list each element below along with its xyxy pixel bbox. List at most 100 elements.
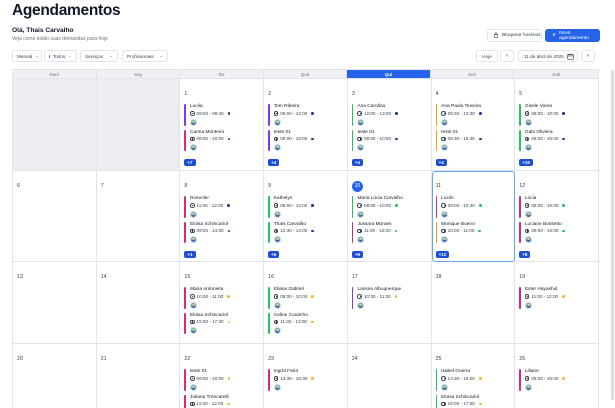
appointment[interactable]: Gisele Vieira 09:00 - 10:00	[519, 104, 594, 126]
more-appointments-badge[interactable]: +4	[268, 159, 280, 166]
day-cell[interactable]: 4 Ana Paula Teixeira 09:30 - 10:30 teste 01…	[431, 79, 516, 171]
appointment[interactable]: Ester Hayashid 11:00 - 12:00	[519, 287, 594, 309]
scrollbar[interactable]	[611, 70, 614, 400]
appointment[interactable]: Eliana Gabriel 09:00 - 10:00	[268, 287, 343, 309]
appointment[interactable]: Lucila 09:00 - 09:40	[184, 104, 259, 126]
appointment[interactable]: Thais Carvalho 12:30 - 14:00	[268, 221, 343, 243]
more-appointments-badge[interactable]: +15	[519, 159, 533, 166]
next-month-button[interactable]: ›	[581, 50, 595, 62]
appointment[interactable]: Juliana Troncarelli 11:00 - 12:00	[184, 394, 259, 408]
status-dot-icon	[311, 229, 315, 233]
appointment[interactable]: Maria Antonieta 10:00 - 11:00	[184, 287, 259, 309]
day-cell[interactable]: 18	[431, 262, 516, 344]
day-cell[interactable]: 26 Liliane 09:00 - 10:00	[515, 344, 599, 408]
day-cell[interactable]: 13	[13, 262, 97, 344]
professional-color-bar	[351, 196, 354, 218]
day-cell[interactable]: 23 Ingrid Faria 14:30 - 15:30	[264, 344, 348, 408]
services-select[interactable]: Serviços ⌄	[80, 50, 118, 62]
time-range: 09:00 - 12:00	[280, 110, 308, 116]
avatar	[190, 383, 198, 391]
appointment[interactable]: Monique Bueno 10:00 - 11:00	[435, 221, 511, 243]
block-hours-button[interactable]: Bloquear horários	[487, 29, 542, 42]
weekday-0: Dom	[13, 70, 97, 78]
status-select[interactable]: Todos ⌄	[44, 50, 77, 62]
appointment[interactable]: Liliane 09:00 - 10:00	[519, 369, 594, 391]
day-cell[interactable]: 19 Ester Hayashid 11:00 - 12:00	[515, 262, 599, 344]
more-appointments-badge[interactable]: +8	[519, 251, 531, 258]
appointment[interactable]: Carina Monteiro 09:00 - 10:00	[184, 129, 259, 151]
time-range: 09:00 - 10:00	[196, 375, 224, 381]
more-appointments-badge[interactable]: +1	[184, 251, 196, 258]
client-name: Ana Paula Teixeira	[441, 104, 482, 109]
day-cell[interactable]: 2 Tom Ribeira 09:00 - 12:00 teste 01 09:00 -…	[264, 79, 348, 171]
day-cell[interactable]: 25 Isabel Guerra 14:30 - 16:00 Eloisa Schin…	[432, 344, 516, 408]
appointment[interactable]: teste 01 09:00 - 10:00	[351, 129, 427, 151]
day-cell[interactable]: 8 Rosecler 11:00 - 12:00 Eloisa Schincariol…	[180, 171, 265, 262]
professional-color-bar	[435, 129, 438, 151]
month-grid: 1 Lucila 09:00 - 09:40 Carina Monteiro 09:00…	[12, 79, 599, 408]
appointment[interactable]: Gabi Oliveira 09:00 - 10:00	[519, 129, 594, 151]
appointment[interactable]: Ingrid Faria 14:30 - 15:30	[268, 369, 343, 391]
appointment[interactable]: Ana Carolina 12:00 - 13:00	[351, 104, 427, 126]
appointment[interactable]: Eloisa Schincariol 15:30 - 17:30	[184, 312, 259, 334]
professionals-select[interactable]: Profissionais ⌄	[122, 50, 168, 62]
day-cell[interactable]: 21	[97, 344, 181, 408]
appointment[interactable]: Ana Paula Teixeira 09:30 - 10:30	[435, 104, 511, 126]
day-cell[interactable]	[96, 79, 181, 171]
day-cell[interactable]: 7	[96, 171, 181, 262]
prev-month-button[interactable]: ‹	[500, 50, 514, 62]
day-cell[interactable]: 17 Larissa Albuquerque 10:30 - 11:30	[347, 262, 432, 344]
appointment-time: 09:00 - 12:00	[273, 110, 343, 117]
appointment-time: 09:00 - 14:00	[190, 228, 259, 234]
clock-icon	[273, 228, 279, 234]
appointment[interactable]: Celine Coutinho 11:30 - 13:00	[268, 312, 343, 334]
appointment[interactable]: teste 01 09:00 - 10:00	[268, 129, 343, 151]
appointment[interactable]: teste 01 09:30 - 15:45	[435, 129, 511, 151]
today-button[interactable]: Hoje	[476, 50, 498, 62]
day-number: 4	[435, 91, 439, 97]
appointment-time: 09:00 - 09:40	[190, 111, 259, 117]
day-number: 18	[435, 274, 442, 280]
day-cell[interactable]	[13, 79, 97, 171]
appointment[interactable]: Maria Lúcia Carvalho 09:00 - 10:00	[351, 196, 427, 218]
day-cell[interactable]: 20	[13, 344, 97, 408]
appointment[interactable]: Eloisa Schincariol 09:00 - 14:00	[184, 221, 259, 243]
appointment[interactable]: Lúcia 09:00 - 10:00	[519, 196, 594, 218]
more-appointments-badge[interactable]: +4	[351, 159, 363, 166]
day-cell[interactable]: 14	[96, 262, 181, 344]
day-cell[interactable]: 1 Lucila 09:00 - 09:40 Carina Monteiro 09:00…	[180, 79, 265, 171]
appointment[interactable]: Larissa Albuquerque 10:30 - 11:30	[351, 287, 427, 309]
view-select[interactable]: Mensal ⌄	[12, 50, 42, 62]
day-cell[interactable]: 15 Maria Antonieta 10:00 - 11:00 Eloisa Sch…	[180, 262, 265, 344]
appointment[interactable]: Luciane Bossetto 09:00 - 10:00	[519, 221, 594, 243]
more-appointments-badge[interactable]: +6	[351, 251, 363, 258]
day-cell[interactable]: 22 teste 01 09:00 - 10:00 Juliana Troncarel…	[180, 344, 265, 408]
appointment[interactable]: teste 01 09:00 - 10:00	[184, 369, 259, 391]
day-cell[interactable]: 12 Lúcia 09:00 - 10:00 Luciane Bossetto 09:0…	[515, 171, 599, 262]
appointment[interactable]: Lucilo 09:00 - 10:30	[435, 196, 511, 218]
clock-icon	[190, 401, 195, 407]
appointment[interactable]: Tom Ribeira 09:00 - 12:00	[268, 104, 343, 126]
day-cell[interactable]: 24	[348, 344, 432, 408]
day-cell[interactable]: 9 Kathelyn 09:00 - 12:00 Thais Carvalho 12:3…	[264, 171, 348, 262]
more-appointments-badge[interactable]: +7	[184, 159, 196, 166]
day-number: 21	[100, 356, 107, 362]
more-appointments-badge[interactable]: +12	[435, 251, 450, 258]
appointment[interactable]: Kathelyn 09:00 - 12:00	[268, 196, 343, 218]
appointment[interactable]: Jussara Moraes 11:00 - 12:00	[351, 221, 427, 243]
more-appointments-badge[interactable]: +5	[268, 251, 280, 258]
day-cell[interactable]: 10 Maria Lúcia Carvalho 09:00 - 10:00 Jussa…	[347, 171, 432, 262]
appointment[interactable]: Rosecler 11:00 - 12:00	[184, 196, 259, 218]
day-cell[interactable]: 6	[13, 171, 97, 262]
day-cell[interactable]: 5 Gisele Vieira 09:00 - 10:00 Gabi Oliveira…	[515, 79, 599, 171]
day-cell[interactable]: 16 Eliana Gabriel 09:00 - 10:00 Celine Cout…	[264, 262, 348, 344]
appointment[interactable]: Eloisa Schincariol 16:00 - 17:00	[435, 394, 511, 408]
new-appointment-label: Novo agendamento	[559, 30, 590, 41]
more-appointments-badge[interactable]: +4	[435, 159, 447, 166]
day-cell[interactable]: 3 Ana Carolina 12:00 - 13:00 teste 01 09:00 …	[347, 79, 432, 171]
day-cell[interactable]: 11 Lucilo 09:00 - 10:30 Monique Bueno 10:00 …	[431, 171, 516, 262]
new-appointment-button[interactable]: + Novo agendamento	[545, 29, 600, 42]
calendar-icon[interactable]	[564, 51, 576, 61]
appointment[interactable]: Isabel Guerra 14:30 - 16:00	[435, 369, 511, 391]
client-name: Luciane Bossetto	[524, 221, 562, 227]
